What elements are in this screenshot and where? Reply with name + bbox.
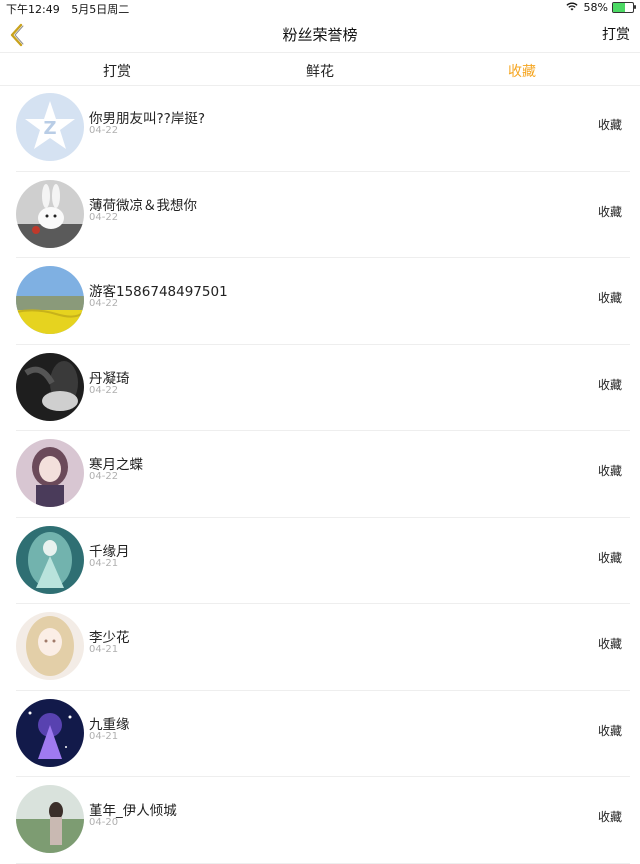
user-date: 04-22	[89, 125, 119, 136]
favorite-label[interactable]: 收藏	[598, 376, 622, 393]
favorite-label[interactable]: 收藏	[598, 722, 622, 739]
teal-fairy-avatar	[16, 525, 84, 594]
list-item[interactable]: 千缘月 04-21 收藏	[16, 518, 630, 604]
list-item[interactable]: 丹凝琦 04-22 收藏	[16, 345, 630, 431]
tab-bar: 打赏 鲜花 收藏	[0, 52, 640, 86]
svg-text:Z: Z	[43, 118, 56, 139]
page-title: 粉丝荣誉榜	[282, 26, 358, 44]
user-date: 04-22	[89, 384, 119, 396]
status-left: 下午12:49 5月5日周二	[6, 1, 137, 17]
tab-favorites[interactable]: 收藏	[482, 61, 562, 81]
status-right: 58%	[565, 1, 636, 14]
landscape-avatar	[16, 266, 84, 334]
field-girl-avatar	[16, 785, 84, 853]
user-name: 薄荷微凉＆我想你	[89, 197, 197, 214]
user-name: 李少花	[89, 630, 130, 646]
user-name: 你男朋友叫??岸挺?	[89, 111, 205, 127]
list-item[interactable]: 李少花 04-21 收藏	[16, 604, 630, 691]
nav-bar: 粉丝荣誉榜 打赏	[0, 18, 640, 52]
blonde-anime-avatar	[16, 612, 84, 680]
list-item[interactable]: 薄荷微凉＆我想你 04-22 收藏	[16, 172, 630, 258]
user-date: 04-20	[89, 817, 119, 828]
reward-button[interactable]: 打赏	[602, 24, 630, 44]
dark-portrait-avatar	[16, 352, 84, 421]
favorite-label[interactable]: 收藏	[598, 289, 622, 306]
list-item[interactable]: 九重缘 04-21 收藏	[16, 691, 630, 777]
user-date: 04-21	[89, 730, 119, 742]
list-item[interactable]: Z 你男朋友叫??岸挺? 04-22 收藏	[16, 85, 630, 172]
battery-level	[613, 3, 625, 12]
user-date: 04-21	[89, 644, 119, 655]
battery-percent: 58%	[583, 1, 608, 14]
battery-icon	[612, 2, 636, 13]
list-item[interactable]: 游客1586748497501 04-22 收藏	[16, 258, 630, 345]
purple-night-avatar	[16, 698, 84, 767]
user-name: 千缘月	[89, 543, 130, 560]
user-name: 堇年_伊人倾城	[89, 803, 177, 819]
user-name: 寒月之蝶	[89, 457, 143, 473]
tab-reward[interactable]: 打赏	[77, 61, 157, 81]
tab-flowers[interactable]: 鲜花	[280, 61, 360, 81]
user-name: 丹凝琦	[89, 370, 130, 387]
favorite-label[interactable]: 收藏	[598, 116, 622, 133]
user-date: 04-22	[89, 471, 119, 482]
user-date: 04-22	[89, 211, 119, 223]
status-date: 5月5日周二	[71, 3, 130, 16]
list-item[interactable]: 堇年_伊人倾城 04-20 收藏	[16, 777, 630, 864]
qq-default-avatar: Z	[16, 93, 84, 161]
user-date: 04-22	[89, 298, 119, 309]
favorite-label[interactable]: 收藏	[598, 808, 622, 825]
favorite-label[interactable]: 收藏	[598, 635, 622, 652]
wifi-icon	[565, 1, 578, 14]
rabbit-avatar	[16, 179, 84, 248]
user-name: 九重缘	[89, 716, 130, 733]
favorite-label[interactable]: 收藏	[598, 203, 622, 220]
user-date: 04-21	[89, 557, 119, 569]
list-item[interactable]: 寒月之蝶 04-22 收藏	[16, 431, 630, 518]
favorite-label[interactable]: 收藏	[598, 462, 622, 479]
status-time: 下午12:49	[6, 3, 60, 16]
fan-list: Z 你男朋友叫??岸挺? 04-22 收藏 薄荷微凉＆我想你 04-22 收藏	[0, 85, 640, 864]
user-name: 游客1586748497501	[89, 284, 228, 300]
status-bar: 下午12:49 5月5日周二 58%	[0, 0, 640, 16]
anime-girl-avatar	[16, 439, 84, 507]
favorite-label[interactable]: 收藏	[598, 549, 622, 566]
